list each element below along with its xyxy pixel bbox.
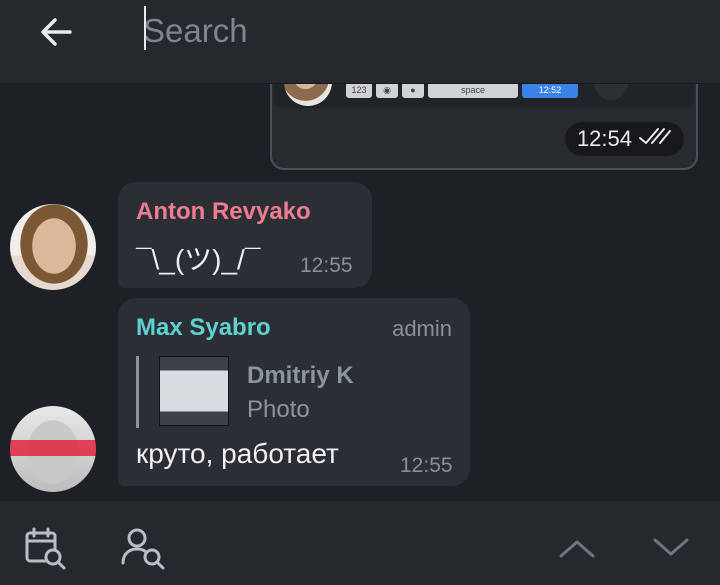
photo-avatar bbox=[284, 84, 332, 106]
chevron-up-icon bbox=[557, 536, 597, 565]
back-button[interactable] bbox=[30, 8, 82, 60]
user-search-icon bbox=[119, 525, 167, 576]
message-time: 12:54 bbox=[576, 126, 632, 151]
message-time-chip: 12:54 bbox=[564, 122, 684, 156]
message-text: ¯\_(ツ)_/¯ bbox=[136, 244, 261, 275]
text-cursor bbox=[144, 6, 146, 50]
message-time: 12:55 bbox=[300, 254, 353, 277]
reply-preview[interactable]: Dmitriy K Photo bbox=[136, 356, 436, 428]
search-header bbox=[0, 0, 720, 84]
avatar[interactable] bbox=[10, 204, 96, 290]
message-text: круто, работает bbox=[136, 438, 339, 469]
globe-icon: ◉ bbox=[376, 84, 398, 98]
chat-messages[interactable]: 123 ◉ ● space 12:52 12:54 Anton Revyako … bbox=[0, 84, 720, 500]
message-bubble[interactable]: Anton Revyako ¯\_(ツ)_/¯ 12:55 bbox=[118, 182, 372, 288]
reply-author: Dmitriy K bbox=[247, 362, 354, 389]
search-by-member-button[interactable] bbox=[118, 525, 168, 575]
admin-badge: admin bbox=[392, 316, 452, 341]
calendar-search-icon bbox=[22, 525, 68, 576]
double-check-icon bbox=[638, 126, 672, 152]
sender-name[interactable]: Anton Revyako bbox=[136, 198, 311, 226]
next-result-button[interactable] bbox=[646, 525, 696, 575]
previous-result-button[interactable] bbox=[552, 525, 602, 575]
reply-type: Photo bbox=[247, 396, 310, 423]
outgoing-photo-message[interactable]: 123 ◉ ● space 12:52 12:54 bbox=[270, 84, 698, 170]
mic-icon: ● bbox=[402, 84, 424, 98]
photo-key: 12:52 bbox=[522, 84, 578, 98]
reply-photo-thumbnail bbox=[159, 356, 229, 426]
photo-key: space bbox=[428, 84, 518, 98]
search-by-date-button[interactable] bbox=[20, 525, 70, 575]
message-bubble[interactable]: Max Syabro admin Dmitriy K Photo круто, … bbox=[118, 298, 470, 486]
photo-keyboard-row: 123 ◉ ● space 12:52 bbox=[346, 84, 578, 98]
photo-circle bbox=[594, 84, 628, 100]
search-toolbar bbox=[0, 500, 720, 585]
message-time: 12:55 bbox=[400, 454, 453, 477]
photo-key: 123 bbox=[346, 84, 372, 98]
sender-name[interactable]: Max Syabro bbox=[136, 314, 271, 342]
avatar[interactable] bbox=[10, 406, 96, 492]
search-input[interactable] bbox=[143, 6, 683, 56]
message-photo[interactable]: 123 ◉ ● space 12:52 bbox=[274, 84, 694, 108]
arrow-left-icon bbox=[38, 14, 74, 55]
chevron-down-icon bbox=[651, 536, 691, 565]
